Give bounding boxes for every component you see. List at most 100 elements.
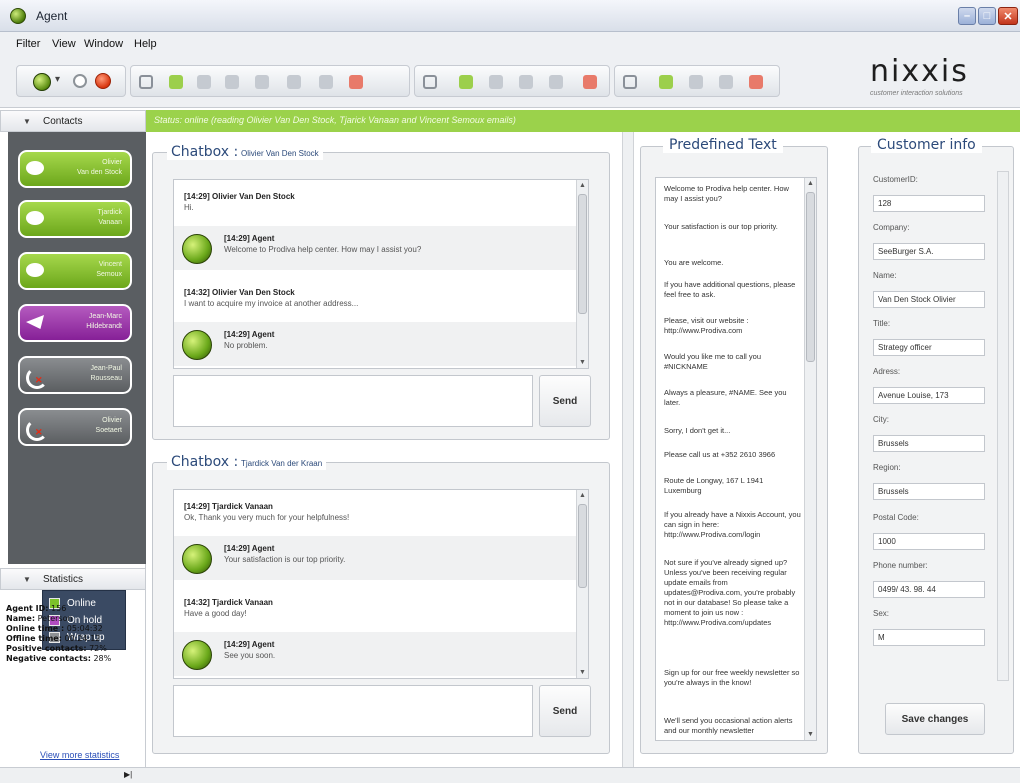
scroll-thumb[interactable]: [806, 192, 815, 362]
stat-value: Peterson: [35, 614, 73, 623]
message-header: [14:29] Tjardick Vanaan: [184, 502, 273, 511]
chevron-down-icon[interactable]: ▾: [55, 74, 60, 85]
predefined-item[interactable]: Not sure if you've already signed up? Un…: [664, 558, 802, 628]
predefined-item[interactable]: You are welcome.: [664, 258, 802, 268]
customer-info-scrollbar[interactable]: [997, 171, 1009, 681]
send-button[interactable]: Send: [539, 685, 591, 737]
menu-help[interactable]: Help: [134, 38, 157, 50]
call-conference-icon[interactable]: [255, 75, 269, 89]
predefined-item[interactable]: Sign up for our free weekly newsletter s…: [664, 668, 802, 688]
chat-log[interactable]: [14:29] Olivier Van Den Stock Hi. [14:29…: [173, 179, 589, 369]
scroll-up-icon[interactable]: ▲: [805, 178, 816, 189]
maximize-button[interactable]: □: [978, 7, 996, 25]
minimize-button[interactable]: –: [958, 7, 976, 25]
chat-bubble-icon: [26, 263, 44, 277]
menu-view[interactable]: View: [52, 38, 76, 50]
chat-log[interactable]: [14:29] Tjardick Vanaan Ok, Thank you ve…: [173, 489, 589, 679]
stat-agent-id: Agent ID: 156: [6, 604, 142, 614]
predefined-item[interactable]: Please call us at +352 2610 3966: [664, 450, 802, 460]
scroll-down-icon[interactable]: ▼: [577, 667, 588, 678]
close-icon: ✕: [1003, 10, 1013, 23]
call-hangup-icon[interactable]: [349, 75, 363, 89]
menu-window[interactable]: Window: [84, 38, 123, 50]
chat-input[interactable]: [173, 375, 533, 427]
postal-code-field[interactable]: 1000: [873, 533, 985, 550]
stat-key: Name:: [6, 614, 36, 623]
message-text: Ok, Thank you very much for your helpful…: [184, 513, 350, 522]
scroll-down-icon[interactable]: ▼: [805, 729, 816, 740]
contact-card[interactable]: Olivier Van den Stock: [18, 150, 132, 188]
name-field[interactable]: Van Den Stock Olivier: [873, 291, 985, 308]
mail-forward-icon[interactable]: [689, 75, 703, 89]
scroll-right-icon[interactable]: ▶|: [124, 770, 136, 781]
mail-transfer-icon[interactable]: [719, 75, 733, 89]
call-transfer-icon[interactable]: [197, 75, 211, 89]
predefined-item[interactable]: If you have additional questions, please…: [664, 280, 802, 300]
predefined-item[interactable]: If you already have a Nixxis Account, yo…: [664, 510, 802, 540]
city-field[interactable]: Brussels: [873, 435, 985, 452]
mail-close-icon[interactable]: [749, 75, 763, 89]
horizontal-scrollbar[interactable]: ▶|: [0, 767, 1020, 783]
mail-add-icon[interactable]: [659, 75, 673, 89]
panel-splitter[interactable]: [622, 132, 634, 768]
chat-scrollbar[interactable]: ▲ ▼: [576, 180, 588, 368]
chat-hold-icon[interactable]: [519, 75, 533, 89]
scroll-down-icon[interactable]: ▼: [577, 357, 588, 368]
contacts-panel-header[interactable]: ▼ Contacts: [0, 110, 146, 132]
save-changes-button[interactable]: Save changes: [885, 703, 985, 735]
predefined-item[interactable]: Welcome to Prodiva help center. How may …: [664, 184, 802, 204]
customer-id-field[interactable]: 128: [873, 195, 985, 212]
address-field[interactable]: Avenue Louise, 173: [873, 387, 985, 404]
phone-field[interactable]: 0499/ 43. 98. 44: [873, 581, 985, 598]
chat-input[interactable]: [173, 685, 533, 737]
postal-code-label: Postal Code:: [873, 513, 919, 522]
predefined-item[interactable]: Please, visit our website : http://www.P…: [664, 316, 802, 336]
chat-bubble-icon: [26, 211, 44, 225]
call-add-icon[interactable]: [169, 75, 183, 89]
statistics-panel-header[interactable]: ▼ Statistics: [0, 568, 146, 590]
view-more-statistics-link[interactable]: View more statistics: [40, 750, 119, 760]
chat-scrollbar[interactable]: ▲ ▼: [576, 490, 588, 678]
predefined-text-list[interactable]: Welcome to Prodiva help center. How may …: [655, 177, 817, 741]
predefined-item[interactable]: Sorry, I don't get it...: [664, 426, 802, 436]
predefined-item[interactable]: Would you like me to call you #NICKNAME: [664, 352, 802, 372]
agent-status-button[interactable]: [33, 73, 51, 91]
call-icon[interactable]: [139, 75, 153, 89]
predefined-scrollbar[interactable]: ▲ ▼: [804, 178, 816, 740]
mail-icon[interactable]: [623, 75, 637, 89]
scroll-thumb[interactable]: [578, 504, 587, 588]
scroll-up-icon[interactable]: ▲: [577, 490, 588, 501]
contact-card[interactable]: Jean-Marc Hildebrandt: [18, 304, 132, 342]
predefined-item[interactable]: Always a pleasure, #NAME. See you later.: [664, 388, 802, 408]
company-field[interactable]: SeeBurger S.A.: [873, 243, 985, 260]
chat-add-icon[interactable]: [459, 75, 473, 89]
title-field[interactable]: Strategy officer: [873, 339, 985, 356]
chatbox-title: Chatbox : Tjardick Van der Kraan: [167, 454, 327, 470]
predefined-item[interactable]: Your satisfaction is our top priority.: [664, 222, 802, 232]
scroll-thumb[interactable]: [578, 194, 587, 314]
chat-close-icon[interactable]: [583, 75, 597, 89]
call-record-icon[interactable]: [287, 75, 301, 89]
contact-card[interactable]: Tjardick Vanaan: [18, 200, 132, 238]
sex-field[interactable]: M: [873, 629, 985, 646]
chat-forward-icon[interactable]: [549, 75, 563, 89]
predefined-item[interactable]: Route de Longwy, 167 L 1941 Luxemburg: [664, 476, 802, 496]
chat-icon[interactable]: [423, 75, 437, 89]
predefined-item[interactable]: We'll send you occasional action alerts …: [664, 716, 802, 736]
region-field[interactable]: Brussels: [873, 483, 985, 500]
call-forward-icon[interactable]: [319, 75, 333, 89]
close-button[interactable]: ✕: [998, 7, 1018, 25]
logout-icon[interactable]: [95, 73, 111, 89]
chat-transfer-icon[interactable]: [489, 75, 503, 89]
menu-filter[interactable]: Filter: [16, 38, 40, 50]
address-label: Adress:: [873, 367, 901, 376]
contact-card[interactable]: Vincent Semoux: [18, 252, 132, 290]
message-text: Your satisfaction is our top priority.: [224, 555, 346, 564]
message-text: See you soon.: [224, 651, 276, 660]
scroll-up-icon[interactable]: ▲: [577, 180, 588, 191]
contact-card[interactable]: Jean-Paul Rousseau: [18, 356, 132, 394]
pause-clock-icon[interactable]: [73, 74, 87, 88]
send-button[interactable]: Send: [539, 375, 591, 427]
call-hold-icon[interactable]: [225, 75, 239, 89]
contact-card[interactable]: Olivier Soetaert: [18, 408, 132, 446]
